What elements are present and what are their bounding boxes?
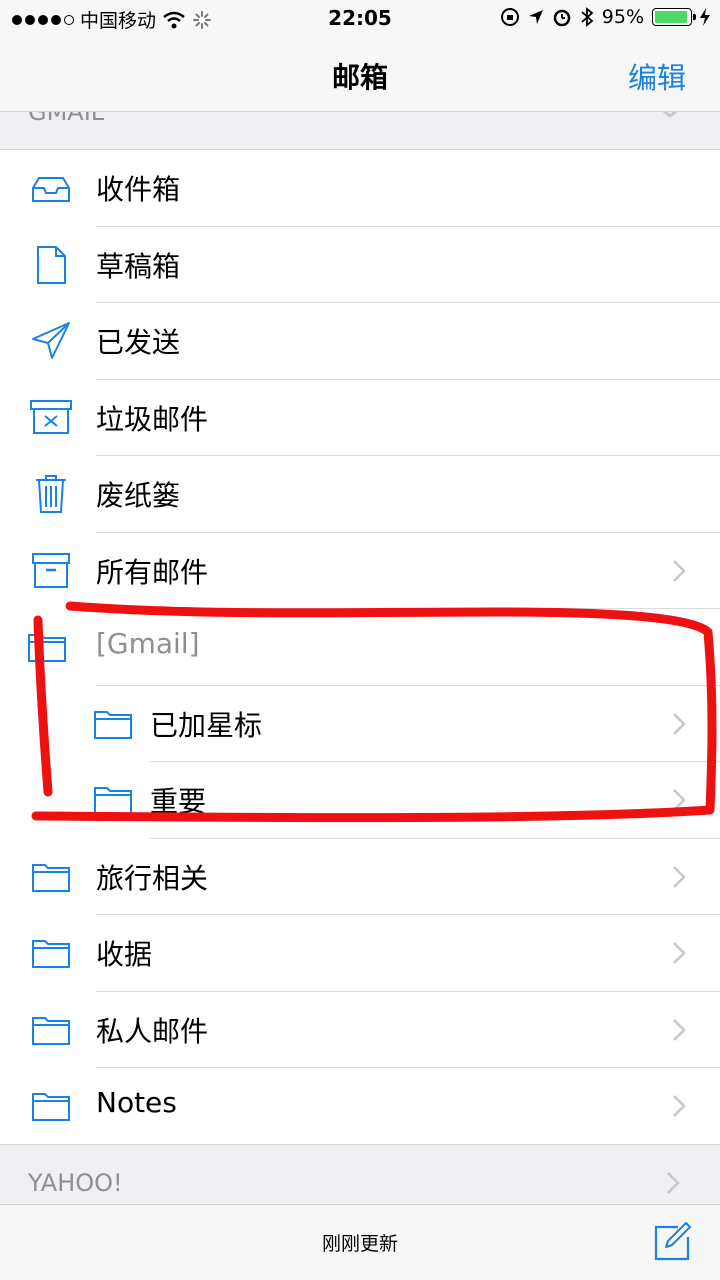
status-bar: 中国移动 22:05 95% [0, 0, 720, 40]
folder-label: 已发送 [96, 326, 181, 359]
folder-label: [Gmail] [96, 627, 200, 660]
chevron-right-icon [673, 1018, 686, 1041]
alarm-icon [553, 9, 571, 27]
folder-row-inbox[interactable]: 收件箱 [0, 150, 720, 227]
battery-percentage: 95% [601, 6, 644, 28]
folder-label: 收据 [96, 938, 153, 971]
status-right: 95% [500, 6, 710, 28]
folder-row-gmail-group[interactable]: [Gmail] [0, 609, 720, 686]
trash-icon [36, 475, 66, 513]
charging-icon [700, 8, 710, 26]
folder-row-starred[interactable]: 已加星标 [0, 685, 720, 762]
inbox-icon [32, 177, 70, 202]
mailbox-list: 收件箱 草稿箱 已发送 垃圾邮件 废纸篓 所有邮件 [Gmail] 已加星标 重… [0, 150, 720, 1145]
navigation-bar: 邮箱 编辑 [0, 40, 720, 112]
folder-label: 废纸篓 [96, 479, 181, 512]
folder-icon [32, 1016, 70, 1045]
folder-label: Notes [96, 1086, 177, 1119]
folder-row-important[interactable]: 重要 [0, 762, 720, 839]
folder-row-all-mail[interactable]: 所有邮件 [0, 532, 720, 609]
chevron-right-icon [673, 712, 686, 735]
bluetooth-icon [581, 7, 594, 27]
folder-icon [94, 787, 132, 815]
folder-label: 已加星标 [150, 708, 263, 742]
folder-label: 私人邮件 [96, 1014, 209, 1048]
page-title: 邮箱 [331, 61, 388, 94]
junk-icon [30, 399, 72, 434]
folder-icon [94, 710, 132, 739]
update-status-text: 刚刚更新 [321, 1233, 398, 1255]
chevron-right-icon [673, 559, 686, 582]
folder-icon [28, 634, 66, 662]
chevron-right-icon [673, 865, 686, 888]
folder-label: 重要 [150, 785, 207, 818]
collapse-chevron-icon [662, 112, 678, 118]
gmail-section-header[interactable]: GMAIL [0, 112, 720, 150]
folder-label: 草稿箱 [96, 249, 181, 283]
folder-row-notes[interactable]: Notes [0, 1068, 720, 1145]
folder-row-personal[interactable]: 私人邮件 [0, 991, 720, 1068]
chevron-right-icon [673, 942, 686, 964]
location-icon [528, 10, 543, 24]
draft-icon [37, 245, 66, 284]
folder-row-sent[interactable]: 已发送 [0, 303, 720, 380]
orientation-lock-icon [500, 8, 519, 26]
chevron-right-icon [673, 1095, 686, 1117]
chevron-right-icon [673, 789, 686, 811]
yahoo-section-header[interactable]: YAHOO! [0, 1144, 720, 1204]
folder-row-trash[interactable]: 废纸篓 [0, 456, 720, 533]
archive-icon [32, 552, 70, 588]
folder-icon [32, 940, 70, 968]
compose-icon[interactable] [652, 1221, 692, 1261]
gmail-section-label: GMAIL [28, 112, 105, 126]
folder-icon [32, 1093, 70, 1121]
sent-icon [32, 322, 70, 359]
chevron-right-icon [667, 1172, 680, 1194]
folder-row-junk[interactable]: 垃圾邮件 [0, 379, 720, 456]
folder-row-receipts[interactable]: 收据 [0, 915, 720, 992]
folder-row-drafts[interactable]: 草稿箱 [0, 226, 720, 303]
edit-button[interactable]: 编辑 [628, 55, 686, 97]
folder-icon [32, 863, 70, 892]
yahoo-section-label: YAHOO! [28, 1169, 123, 1197]
battery-icon [652, 8, 696, 26]
folder-label: 收件箱 [96, 173, 181, 206]
folder-label: 旅行相关 [96, 861, 209, 895]
bottom-toolbar: 刚刚更新 [0, 1204, 720, 1280]
folder-label: 所有邮件 [96, 555, 209, 589]
folder-label: 垃圾邮件 [96, 402, 209, 436]
folder-row-travel[interactable]: 旅行相关 [0, 838, 720, 915]
